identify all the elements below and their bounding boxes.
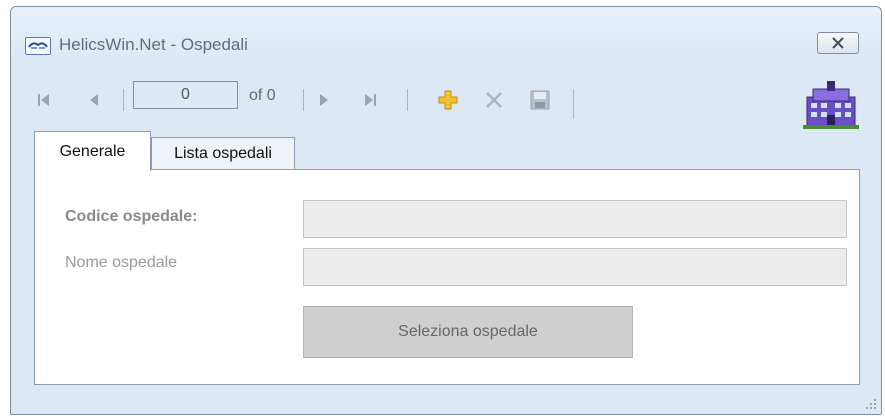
tab-panel-generale: Codice ospedale: Nome ospedale Seleziona… <box>34 169 860 385</box>
toolbar-separator <box>573 89 574 119</box>
add-button[interactable] <box>435 87 461 113</box>
first-record-button[interactable] <box>33 87 55 113</box>
delete-icon <box>486 92 502 108</box>
app-window: HelicsWin.Net - Ospedali 0 of 0 Generale… <box>10 6 882 415</box>
last-record-button[interactable] <box>359 87 383 113</box>
toolbar-separator <box>407 89 408 111</box>
window-title: HelicsWin.Net - Ospedali <box>59 35 248 54</box>
last-record-icon <box>365 94 376 106</box>
select-hospital-button[interactable]: Seleziona ospedale <box>303 306 633 358</box>
toolbar-separator <box>123 89 124 111</box>
toolbar-separator <box>303 89 304 111</box>
close-icon <box>832 37 844 49</box>
record-count-label: of 0 <box>249 87 276 104</box>
previous-record-button[interactable] <box>83 87 105 113</box>
save-button[interactable] <box>527 87 553 113</box>
handshake-icon <box>25 37 51 55</box>
add-icon <box>438 90 458 110</box>
tab-lista-ospedali[interactable]: Lista ospedali <box>151 137 295 169</box>
resize-grip-icon[interactable] <box>865 398 877 410</box>
delete-button[interactable] <box>481 87 507 113</box>
close-button[interactable] <box>817 32 859 54</box>
code-field[interactable] <box>303 200 847 238</box>
first-record-icon <box>38 94 49 106</box>
name-field[interactable] <box>303 248 847 286</box>
next-record-icon <box>320 94 328 106</box>
name-label: Nome ospedale <box>65 254 178 271</box>
title-bar: HelicsWin.Net - Ospedali <box>11 7 881 67</box>
previous-record-icon <box>90 94 98 106</box>
save-icon <box>530 90 550 110</box>
record-position-input[interactable]: 0 <box>133 81 238 109</box>
next-record-button[interactable] <box>313 87 335 113</box>
hospital-building-icon <box>803 79 859 134</box>
code-label: Codice ospedale: <box>65 208 198 225</box>
tab-generale[interactable]: Generale <box>34 131 151 171</box>
